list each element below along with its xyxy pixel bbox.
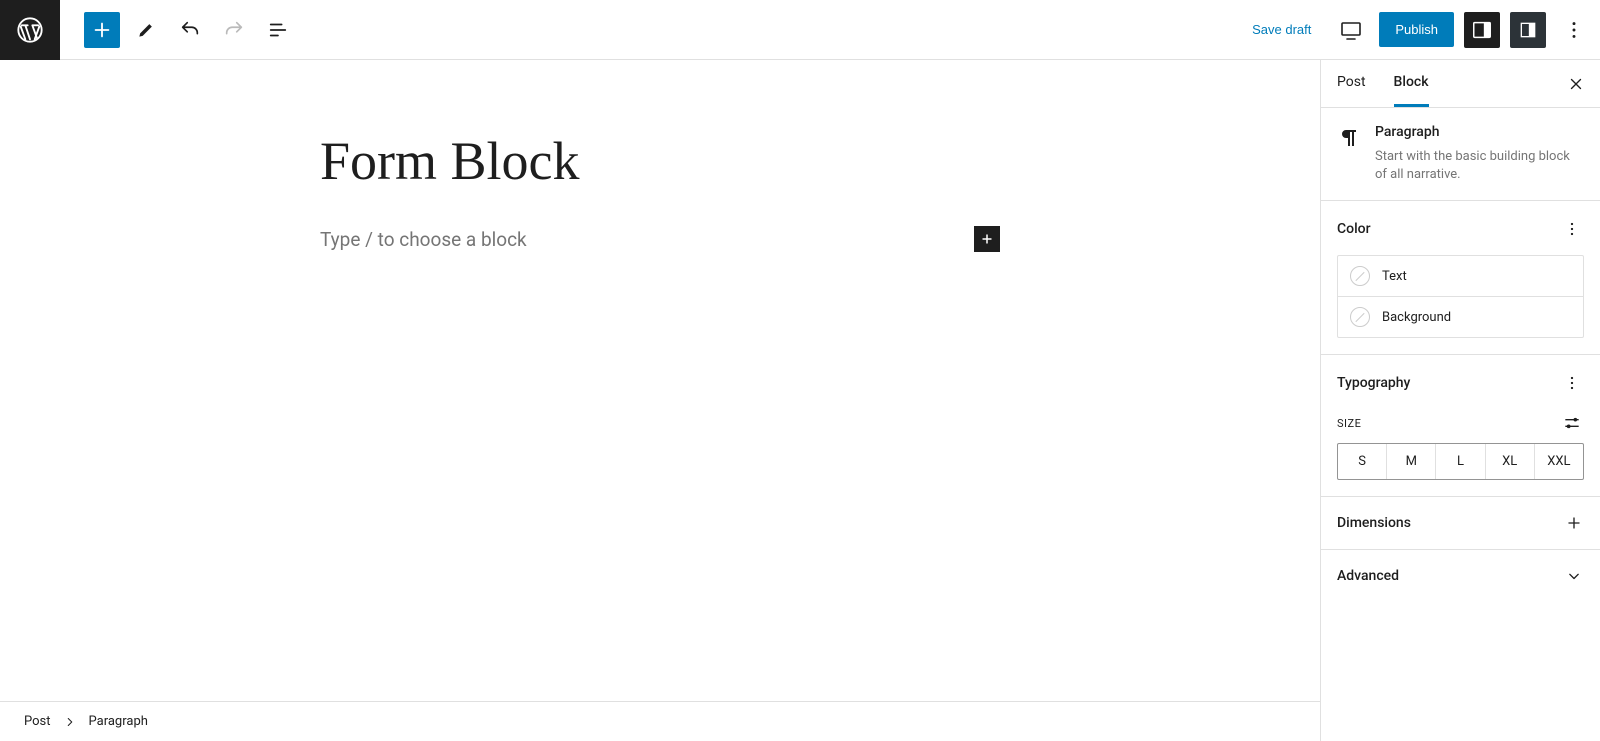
color-heading: Color [1337, 221, 1371, 237]
block-info-text: Paragraph Start with the basic building … [1375, 124, 1584, 184]
list-view-icon [267, 19, 289, 41]
edit-mode-button[interactable] [128, 12, 164, 48]
main-area: Form Block Type / to choose a block Post… [0, 60, 1600, 741]
panel-icon [1518, 20, 1538, 40]
document-overview-button[interactable] [260, 12, 296, 48]
paragraph-block[interactable]: Type / to choose a block [320, 226, 1000, 252]
typography-panel-options[interactable] [1560, 371, 1584, 395]
more-vertical-icon [1562, 373, 1582, 393]
size-label-row: SIZE [1337, 411, 1584, 435]
chevron-down-icon [1564, 566, 1584, 586]
typography-heading: Typography [1337, 375, 1410, 391]
sidebar-icon [1471, 19, 1493, 41]
paragraph-icon [1337, 124, 1361, 184]
dimensions-panel[interactable]: Dimensions [1321, 497, 1600, 550]
close-icon [1567, 75, 1585, 93]
close-sidebar-button[interactable] [1562, 70, 1590, 98]
redo-icon [223, 19, 245, 41]
publish-button[interactable]: Publish [1379, 12, 1454, 47]
size-s[interactable]: S [1338, 444, 1386, 479]
redo-button[interactable] [216, 12, 252, 48]
color-panel-options[interactable] [1560, 217, 1584, 241]
more-vertical-icon [1563, 19, 1585, 41]
color-panel-header: Color [1337, 217, 1584, 241]
toolbar-left-group [60, 12, 296, 48]
plus-icon [978, 230, 996, 248]
text-color-option[interactable]: Text [1338, 256, 1583, 296]
add-block-button[interactable] [84, 12, 120, 48]
block-info-title: Paragraph [1375, 124, 1584, 140]
settings-sidebar-toggle[interactable] [1464, 12, 1500, 48]
size-l[interactable]: L [1435, 444, 1484, 479]
options-button[interactable] [1556, 12, 1592, 48]
pencil-icon [136, 20, 156, 40]
jetpack-button[interactable] [1510, 12, 1546, 48]
block-info-description: Start with the basic building block of a… [1375, 148, 1584, 184]
size-label: SIZE [1337, 417, 1361, 430]
color-panel: Color Text Background [1321, 201, 1600, 355]
editor-topbar: Save draft Publish [0, 0, 1600, 60]
typography-panel: Typography SIZE S M L XL XXL [1321, 355, 1600, 497]
topbar-right: Save draft Publish [1240, 12, 1600, 48]
size-m[interactable]: M [1386, 444, 1435, 479]
canvas-inner: Form Block Type / to choose a block [320, 130, 1000, 252]
breadcrumb-separator-icon [63, 715, 77, 729]
wordpress-logo[interactable] [0, 0, 60, 60]
custom-size-toggle[interactable] [1560, 411, 1584, 435]
block-placeholder-text: Type / to choose a block [320, 228, 527, 251]
topbar-left [0, 0, 296, 59]
font-size-buttons: S M L XL XXL [1337, 443, 1584, 480]
size-xl[interactable]: XL [1485, 444, 1534, 479]
dimensions-heading: Dimensions [1337, 515, 1411, 531]
more-vertical-icon [1562, 219, 1582, 239]
plus-icon [1564, 513, 1584, 533]
advanced-heading: Advanced [1337, 568, 1399, 584]
empty-swatch-icon [1350, 307, 1370, 327]
advanced-panel[interactable]: Advanced [1321, 550, 1600, 602]
tab-block[interactable]: Block [1394, 60, 1429, 107]
post-title-input[interactable]: Form Block [320, 130, 1000, 192]
tab-post[interactable]: Post [1337, 60, 1366, 107]
desktop-icon [1339, 18, 1363, 42]
typography-panel-header: Typography [1337, 371, 1584, 395]
size-xxl[interactable]: XXL [1534, 444, 1583, 479]
color-options-list: Text Background [1337, 255, 1584, 338]
undo-button[interactable] [172, 12, 208, 48]
sliders-icon [1562, 413, 1582, 433]
preview-button[interactable] [1333, 12, 1369, 48]
undo-icon [179, 19, 201, 41]
block-breadcrumb: Post Paragraph [0, 701, 1320, 741]
breadcrumb-root[interactable]: Post [24, 714, 51, 729]
editor-canvas: Form Block Type / to choose a block [0, 60, 1320, 741]
wordpress-icon [16, 16, 44, 44]
background-color-option[interactable]: Background [1338, 296, 1583, 337]
breadcrumb-current[interactable]: Paragraph [89, 714, 148, 729]
inline-inserter-button[interactable] [974, 226, 1000, 252]
background-color-label: Background [1382, 310, 1451, 325]
plus-icon [91, 19, 113, 41]
settings-sidebar: Post Block Paragraph Start with the basi… [1320, 60, 1600, 741]
save-draft-button[interactable]: Save draft [1240, 14, 1323, 45]
empty-swatch-icon [1350, 266, 1370, 286]
sidebar-tabs: Post Block [1321, 60, 1600, 108]
block-info-panel: Paragraph Start with the basic building … [1321, 108, 1600, 201]
text-color-label: Text [1382, 269, 1407, 284]
